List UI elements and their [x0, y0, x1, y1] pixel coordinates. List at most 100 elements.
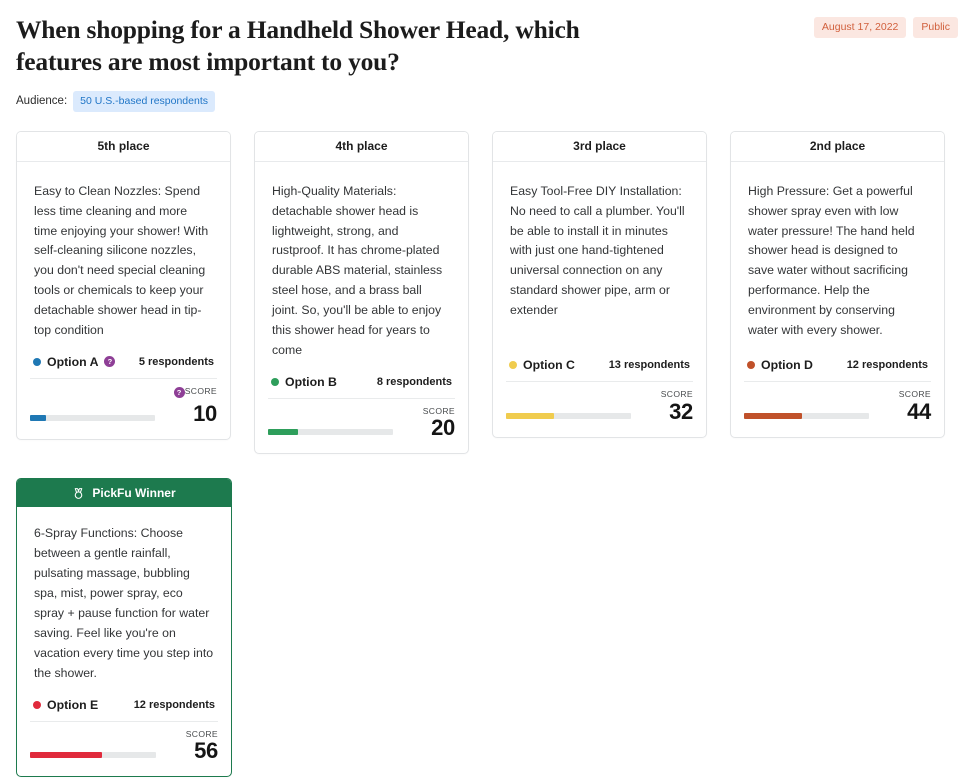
score-caption: SCORE: [641, 390, 693, 399]
option-identity: Option D: [747, 358, 813, 372]
page-header: When shopping for a Handheld Shower Head…: [0, 0, 970, 112]
score-bar-track: [30, 752, 156, 759]
score-bar-track: [268, 429, 393, 436]
score-value: 10: [193, 400, 217, 426]
option-label: Option A: [47, 354, 99, 369]
option-color-dot: [33, 700, 41, 709]
score-block: SCORE 56: [30, 730, 218, 763]
option-color-dot: [747, 361, 755, 370]
meta-badge-group: August 17, 2022 Public: [813, 17, 958, 38]
place-header: 3rd place: [493, 131, 706, 162]
response-text: Easy to Clean Nozzles: Spend less time c…: [34, 183, 209, 338]
place-label: 5th place: [97, 139, 150, 154]
result-card: 5th place Easy to Clean Nozzles: Spend le…: [16, 130, 231, 440]
place-header: 5th place: [17, 131, 230, 162]
option-row: Option E 12 respondents: [30, 698, 218, 722]
score-caption: SCORE: [879, 390, 931, 399]
respondent-count: 12 respondents: [846, 359, 928, 372]
option-identity: Option A?: [33, 354, 116, 369]
score-bar-wrap: [744, 391, 879, 423]
option-label: Option C: [523, 358, 575, 373]
option-row: Option B 8 respondents: [268, 375, 455, 399]
result-card: 4th place High-Quality Materials: detacha…: [254, 130, 469, 455]
place-header: 2nd place: [731, 131, 944, 162]
score-value: 32: [669, 398, 693, 424]
response-text: Easy Tool-Free DIY Installation: No need…: [510, 183, 685, 318]
option-row: Option C 13 respondents: [506, 358, 693, 383]
option-label: Option B: [285, 374, 337, 389]
respondent-count: 8 respondents: [376, 375, 452, 388]
score-caption-text: SCORE: [660, 389, 693, 400]
score-value: 20: [431, 415, 455, 441]
card-footer: Option E 12 respondents SCORE 56: [17, 698, 231, 777]
score-side: SCORE 20: [403, 407, 456, 441]
score-caption-text: SCORE: [184, 385, 217, 396]
score-block: SCORE 32: [506, 390, 693, 423]
respondent-count: 12 respondents: [133, 698, 215, 711]
poll-results-page: When shopping for a Handheld Shower Head…: [0, 0, 970, 781]
score-bar-track: [506, 412, 631, 419]
score-caption: SCORE: [166, 730, 218, 739]
score-help-icon[interactable]: ?: [173, 386, 185, 398]
score-value: 44: [907, 398, 931, 424]
visibility-badge: Public: [913, 17, 958, 38]
score-bar-track: [744, 412, 869, 419]
option-color-dot: [509, 361, 517, 370]
place-label: 4th place: [335, 139, 388, 154]
card-footer: Option A? 5 respondents? SCORE 10: [17, 355, 230, 439]
option-identity: Option E: [33, 698, 98, 712]
place-label: 3rd place: [573, 139, 626, 154]
card-footer: Option D 12 respondents SCORE 44: [731, 358, 944, 437]
winner-banner-label: PickFu Winner: [92, 486, 176, 501]
award-medal-icon: [72, 487, 85, 500]
option-row: Option D 12 respondents: [744, 358, 931, 383]
score-caption: SCORE: [403, 407, 455, 416]
winner-banner: PickFu Winner: [17, 479, 231, 508]
score-caption: ? SCORE: [165, 387, 217, 401]
score-block: SCORE 44: [744, 390, 931, 423]
option-color-dot: [33, 357, 41, 366]
card-footer: Option C 13 respondents SCORE 32: [493, 358, 706, 437]
place-label: 2nd place: [809, 139, 866, 154]
result-card: 3rd place Easy Tool-Free DIY Installation…: [492, 130, 707, 438]
score-side: SCORE 44: [879, 390, 932, 424]
score-caption-text: SCORE: [422, 405, 455, 416]
score-bar-fill: [744, 412, 802, 419]
results-card-grid: 5th place Easy to Clean Nozzles: Spend le…: [0, 130, 970, 778]
response-text: High Pressure: Get a powerful shower spr…: [748, 183, 915, 338]
audience-badge[interactable]: 50 U.S.-based respondents: [73, 91, 215, 112]
score-block: SCORE 20: [268, 407, 455, 440]
score-bar-wrap: [506, 391, 641, 423]
score-bar-fill: [506, 412, 554, 419]
score-bar-wrap: [30, 393, 165, 425]
score-bar-track: [30, 414, 155, 421]
score-side: SCORE 56: [166, 730, 219, 764]
place-header: 4th place: [255, 131, 468, 162]
option-label: Option D: [761, 358, 813, 373]
date-badge: August 17, 2022: [813, 17, 907, 38]
option-identity: Option B: [271, 375, 337, 389]
score-bar-fill: [30, 414, 47, 421]
response-text: High-Quality Materials: detachable showe…: [272, 183, 443, 357]
card-footer: Option B 8 respondents SCORE 20: [255, 375, 468, 454]
option-color-dot: [271, 377, 279, 386]
score-caption-text: SCORE: [185, 728, 218, 739]
option-help-icon[interactable]: ?: [104, 356, 116, 368]
score-value: 56: [194, 738, 218, 764]
result-card: 2nd place High Pressure: Get a powerful s…: [730, 130, 945, 438]
option-row: Option A? 5 respondents: [30, 355, 217, 379]
score-bar-fill: [268, 429, 298, 436]
option-label: Option E: [47, 697, 99, 712]
score-bar-wrap: [268, 407, 403, 439]
respondent-count: 13 respondents: [608, 359, 690, 372]
score-bar-wrap: [30, 730, 166, 762]
score-block: ? SCORE 10: [30, 387, 217, 425]
audience-row: Audience: 50 U.S.-based respondents: [16, 91, 954, 112]
option-identity: Option C: [509, 358, 575, 372]
score-side: SCORE 32: [641, 390, 694, 424]
response-text: 6-Spray Functions: Choose between a gent…: [34, 526, 214, 680]
respondent-count: 5 respondents: [138, 355, 214, 368]
score-bar-fill: [30, 752, 102, 759]
audience-label: Audience:: [16, 95, 68, 108]
winner-result-card: PickFu Winner 6-Spray Functions: Choose b…: [16, 478, 232, 778]
